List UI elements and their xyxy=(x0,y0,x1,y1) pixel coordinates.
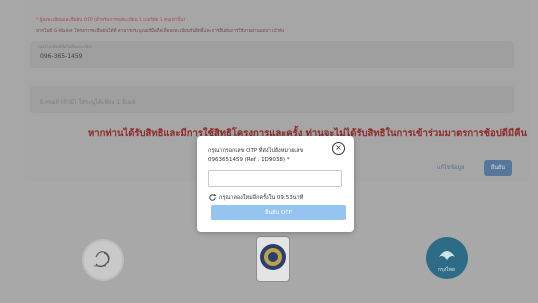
edit-info-link[interactable]: แก้ไขข้อมูล xyxy=(437,164,464,172)
email-field-placeholder: E-mail (ถ้ามี) ใส่ระบุได้เพียง 1 อีเมล์ xyxy=(40,99,136,106)
krungthai-logo-text: กรุงไทย xyxy=(438,267,455,273)
otp-notice: * ผู้ลงทะเบียนและยืนยัน OTP (สำหรับการลง… xyxy=(36,18,186,23)
seal-icon xyxy=(257,237,289,281)
wallet-notice: หากไม่มี G-Wallet โครงการจะยืนยันได้ที่ … xyxy=(36,29,285,34)
ministry-logo xyxy=(82,239,124,281)
otp-reference: 0963651459 (Ref : 1D9038) * xyxy=(208,157,290,163)
ministry-logo-icon xyxy=(84,241,122,279)
confirm-button[interactable]: ยืนยัน xyxy=(484,160,512,176)
phone-field-label: เบอร์โทรศัพท์มือถือที่ลงทะเบียน xyxy=(38,44,92,49)
submit-otp-button[interactable]: ยืนยัน OTP xyxy=(211,205,346,220)
otp-instruction: กรุณากรอกเลข OTP ที่ส่งไปยังหมายเลข xyxy=(208,148,304,154)
phone-field[interactable] xyxy=(30,41,514,68)
resend-countdown: กรุณาลองใหม่อีกครั้งใน 09:53นาที xyxy=(219,195,304,201)
otp-input[interactable] xyxy=(208,170,342,187)
phone-field-value: 096-365-1459 xyxy=(40,53,83,60)
krungthai-logo: กรุงไทย xyxy=(426,237,468,279)
refresh-icon[interactable] xyxy=(208,193,217,202)
close-icon[interactable]: × xyxy=(332,142,345,155)
government-seal-logo xyxy=(256,236,290,282)
